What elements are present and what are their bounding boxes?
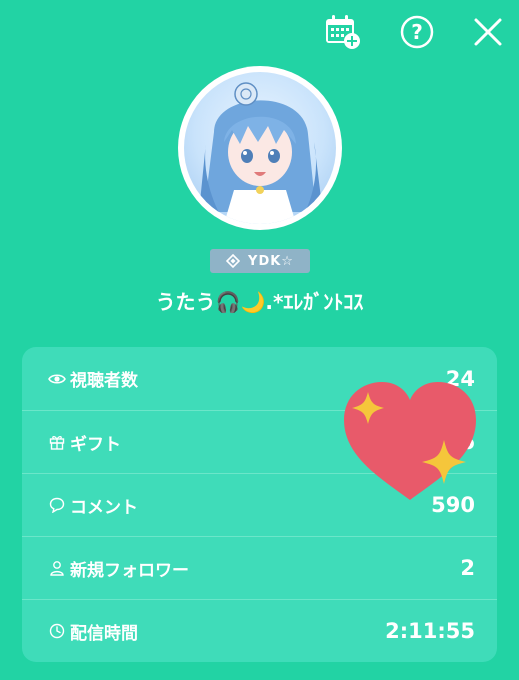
comment-icon [48,496,66,514]
clock-icon [48,622,66,640]
stat-label: 新規フォロワー [70,560,189,581]
stat-label: コメント [70,497,138,518]
svg-text:?: ? [411,20,423,44]
stat-value: 2:11:55 [385,619,475,643]
close-x-icon[interactable] [468,12,508,52]
rank-badge: YDK☆ [210,249,310,273]
badge-text: YDK☆ [248,253,294,269]
stream-result-screen: ? YDK☆ うたう🎧🌙.*ｴﾚｶﾞﾝﾄｺｽ 視聴者数 24 ギフト コメント … [0,0,519,680]
gift-icon [48,433,66,451]
calendar-add-icon[interactable] [322,12,362,52]
streamer-name: うたう🎧🌙.*ｴﾚｶﾞﾝﾄｺｽ [155,290,364,314]
question-circle-icon[interactable]: ? [397,12,437,52]
stat-label: 配信時間 [70,623,138,644]
avatar-image [184,72,336,224]
avatar[interactable] [178,66,342,230]
eye-icon [48,370,66,388]
stat-row-new-followers: 新規フォロワー 2 [22,536,497,599]
person-icon [48,559,66,577]
stat-value: 2 [460,556,475,580]
diamond-icon [226,254,241,268]
stat-row-stream-time: 配信時間 2:11:55 [22,599,497,662]
stat-label: ギフト [70,434,121,455]
sparkling-heart-icon [340,378,480,503]
stat-label: 視聴者数 [70,371,138,391]
